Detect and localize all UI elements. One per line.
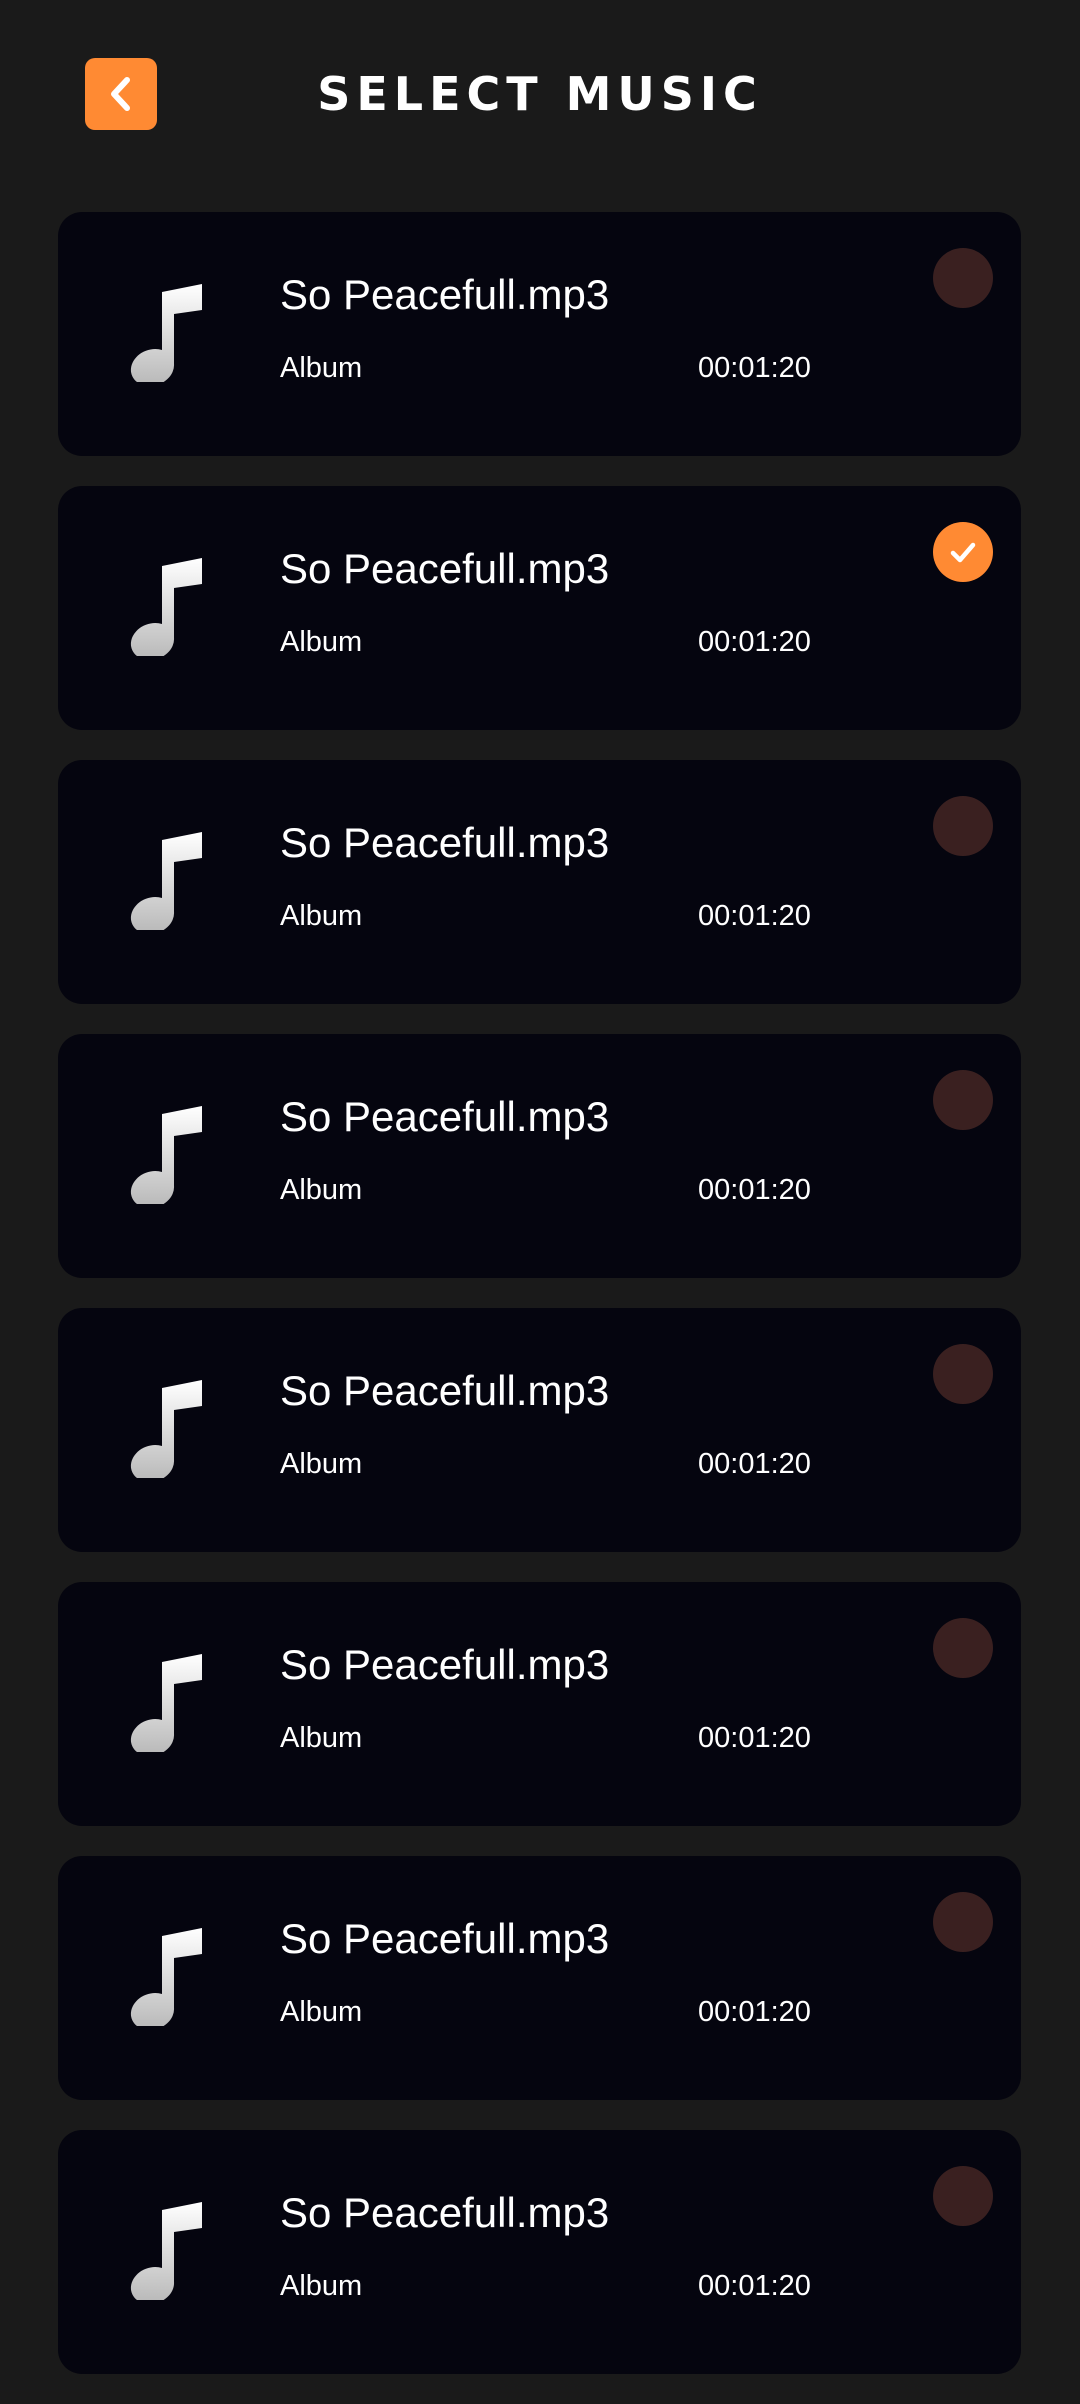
song-duration: 00:01:20 [698, 2270, 811, 2302]
select-radio[interactable] [933, 1070, 993, 1130]
song-title: So Peacefull.mp3 [280, 545, 610, 592]
song-album: Album [280, 900, 363, 932]
song-title: So Peacefull.mp3 [280, 1367, 610, 1414]
song-title: So Peacefull.mp3 [280, 2189, 610, 2236]
song-album: Album [280, 352, 363, 384]
music-note-icon [130, 284, 202, 382]
song-album: Album [280, 1448, 363, 1480]
song-card[interactable]: So Peacefull.mp3 Album 00:01:20 [58, 486, 1021, 730]
song-duration: 00:01:20 [698, 900, 811, 932]
song-card[interactable]: So Peacefull.mp3 Album 00:01:20 [58, 1308, 1021, 1552]
song-card[interactable]: So Peacefull.mp3 Album 00:01:20 [58, 212, 1021, 456]
song-duration: 00:01:20 [698, 352, 811, 384]
song-card[interactable]: So Peacefull.mp3 Album 00:01:20 [58, 1856, 1021, 2100]
music-note-icon [130, 1106, 202, 1204]
music-note-icon [130, 2202, 202, 2300]
song-title: So Peacefull.mp3 [280, 819, 610, 866]
song-card[interactable]: So Peacefull.mp3 Album 00:01:20 [58, 1034, 1021, 1278]
song-album: Album [280, 1996, 363, 2028]
header: SELECT MUSIC [0, 0, 1080, 190]
song-title: So Peacefull.mp3 [280, 1093, 610, 1140]
song-card[interactable]: So Peacefull.mp3 Album 00:01:20 [58, 760, 1021, 1004]
music-note-icon [130, 1380, 202, 1478]
page-title: SELECT MUSIC [317, 67, 763, 121]
select-radio[interactable] [933, 2166, 993, 2226]
music-note-icon [130, 558, 202, 656]
song-duration: 00:01:20 [698, 1722, 811, 1754]
song-duration: 00:01:20 [698, 1174, 811, 1206]
song-duration: 00:01:20 [698, 1448, 811, 1480]
song-album: Album [280, 2270, 363, 2302]
select-radio[interactable] [933, 796, 993, 856]
song-title: So Peacefull.mp3 [280, 271, 610, 318]
song-card[interactable]: So Peacefull.mp3 Album 00:01:20 [58, 1582, 1021, 1826]
select-radio[interactable] [933, 522, 993, 582]
song-title: So Peacefull.mp3 [280, 1641, 610, 1688]
song-album: Album [280, 1722, 363, 1754]
song-album: Album [280, 626, 363, 658]
select-radio[interactable] [933, 1344, 993, 1404]
select-radio[interactable] [933, 248, 993, 308]
song-list: So Peacefull.mp3 Album 00:01:20 So Peace… [58, 212, 1021, 2404]
checkmark-icon [950, 542, 976, 563]
song-duration: 00:01:20 [698, 1996, 811, 2028]
select-radio[interactable] [933, 1618, 993, 1678]
song-card[interactable]: So Peacefull.mp3 Album 00:01:20 [58, 2130, 1021, 2374]
music-note-icon [130, 832, 202, 930]
music-note-icon [130, 1928, 202, 2026]
song-album: Album [280, 1174, 363, 1206]
song-title: So Peacefull.mp3 [280, 1915, 610, 1962]
song-duration: 00:01:20 [698, 626, 811, 658]
select-radio[interactable] [933, 1892, 993, 1952]
music-note-icon [130, 1654, 202, 1752]
